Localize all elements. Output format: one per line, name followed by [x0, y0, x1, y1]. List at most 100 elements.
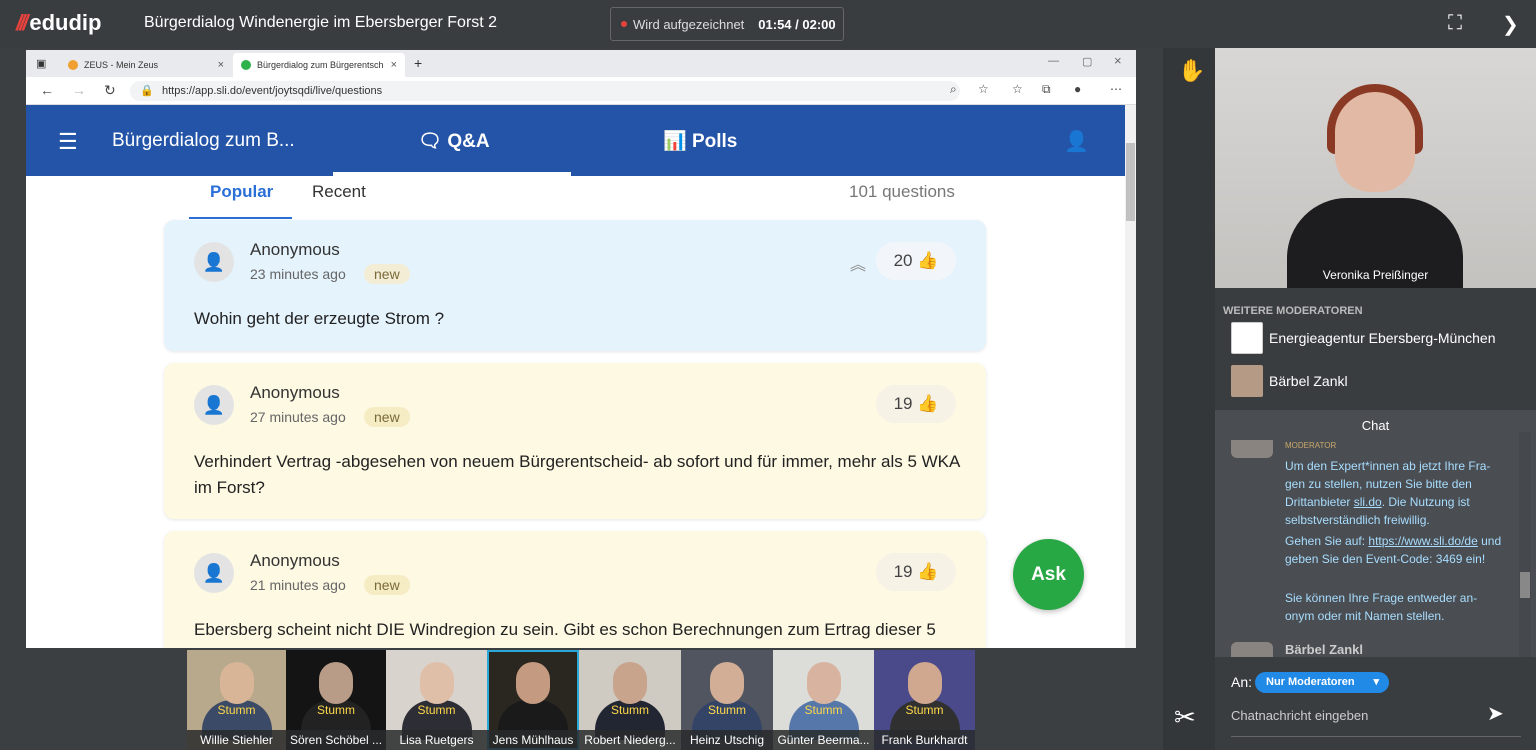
browser-tab-strip: ▣ ZEUS - Mein Zeus × Bürgerdialog zum Bü…: [26, 50, 1136, 77]
recording-label: Wird aufgezeichnet: [633, 16, 745, 32]
participant-name: Jens Mühlhaus: [487, 730, 579, 750]
close-icon[interactable]: ×: [218, 59, 224, 71]
slido-link[interactable]: sli.do: [1354, 495, 1382, 509]
slido-header: ☰ Bürgerdialog zum B... 🗨 Q&A 📊 Polls 👤: [26, 105, 1125, 176]
forward-arrow-icon[interactable]: →: [72, 82, 86, 98]
browser-tab-zeus[interactable]: ZEUS - Mein Zeus ×: [60, 53, 232, 77]
close-icon[interactable]: ×: [391, 59, 397, 71]
maximize-icon[interactable]: ▢: [1082, 55, 1092, 68]
reload-icon[interactable]: ↻: [104, 82, 116, 99]
anonymous-avatar-icon: 👤: [194, 242, 234, 282]
thumbs-up-icon: 👍: [917, 394, 939, 413]
participant-tile[interactable]: Stumm Günter Beerma...: [773, 650, 874, 750]
tools-icon[interactable]: ✂: [1174, 702, 1196, 733]
address-bar-row: ← → ↻ 🔒 https://app.sli.do/event/joytsqd…: [26, 77, 1136, 105]
zoom-icon[interactable]: ⌕: [950, 82, 957, 97]
like-button[interactable]: 19 👍: [876, 385, 956, 423]
participant-tile[interactable]: Stumm Heinz Utschig: [681, 650, 773, 750]
event-title: Bürgerdialog Windenergie im Ebersberger …: [144, 14, 498, 31]
participant-name: Günter Beerma...: [773, 730, 874, 750]
collections-icon[interactable]: ⧉: [1042, 82, 1051, 97]
vote-count: 19: [893, 394, 913, 413]
question-text: Verhindert Vertrag -abgesehen von neuem …: [194, 452, 960, 497]
chevron-right-icon[interactable]: ❯: [1502, 12, 1519, 37]
send-icon[interactable]: ➤: [1487, 701, 1504, 726]
logo-mark: ///: [16, 10, 28, 35]
back-arrow-icon[interactable]: ←: [40, 82, 54, 98]
like-button[interactable]: 19 👍: [876, 553, 956, 591]
question-count: 101 questions: [849, 182, 955, 201]
sort-tabs: Popular Recent 101 questions: [26, 176, 1125, 220]
lock-icon: 🔒: [140, 85, 154, 97]
participant-head: [710, 662, 744, 704]
popular-underline: [189, 217, 292, 219]
scrollbar-thumb[interactable]: [1520, 572, 1530, 598]
muted-label: Stumm: [905, 703, 944, 717]
ask-button[interactable]: Ask: [1013, 539, 1084, 610]
recording-time: 01:54 / 02:00: [758, 16, 836, 32]
participant-tile[interactable]: Stumm Willie Stiehler: [187, 650, 286, 750]
muted-label: Stumm: [316, 703, 355, 717]
chat-message-paragraph: Sie können Ihre Frage entweder an-onym o…: [1285, 591, 1478, 623]
page-scrollbar[interactable]: [1125, 105, 1136, 648]
participant-name: Frank Burkhardt: [874, 730, 975, 750]
avatar: [1231, 440, 1273, 458]
chat-bubble-icon: 🗨: [418, 131, 443, 152]
participant-head: [219, 662, 254, 704]
moderator-item[interactable]: Energieagentur Ebersberg-München: [1231, 322, 1531, 354]
new-tab-button[interactable]: +: [414, 55, 422, 71]
tab-actions-icon[interactable]: ▣: [36, 57, 46, 70]
participant-name: Heinz Utschig: [681, 730, 773, 750]
question-card: 👤 Anonymous 27 minutes ago new 19 👍 Verh…: [164, 363, 986, 519]
scrollbar-thumb[interactable]: [1126, 143, 1135, 221]
chat-scrollbar[interactable]: [1519, 432, 1531, 657]
recipient-select[interactable]: Nur Moderatoren ▾: [1255, 672, 1389, 693]
question-text: Wohin geht der erzeugte Strom ?: [194, 309, 445, 328]
tab-polls[interactable]: 📊 Polls: [663, 129, 737, 153]
favorites-icon[interactable]: ☆: [1012, 82, 1023, 96]
url-field[interactable]: 🔒 https://app.sli.do/event/joytsqdi/live…: [130, 81, 960, 101]
raise-hand-icon[interactable]: ✋: [1178, 58, 1205, 84]
moderators-heading: WEITERE MODERATOREN: [1223, 305, 1363, 317]
chat-message-input[interactable]: [1231, 706, 1481, 724]
slido-favicon-icon: [241, 60, 251, 70]
recipient-value: Nur Moderatoren: [1266, 676, 1355, 688]
more-icon[interactable]: ⋯: [1110, 82, 1122, 96]
thumbs-up-icon: 👍: [917, 562, 939, 581]
sort-popular[interactable]: Popular: [210, 182, 273, 202]
participant-tile[interactable]: Stumm Robert Niederg...: [579, 650, 681, 750]
moderator-name: Energieagentur Ebersberg-München: [1269, 330, 1496, 346]
profile-avatar-icon[interactable]: ●: [1074, 82, 1081, 96]
muted-label: Stumm: [610, 703, 649, 717]
message-role: MODERATOR: [1285, 441, 1337, 450]
moderator-item[interactable]: Bärbel Zankl: [1231, 365, 1531, 397]
tab-polls-label: Polls: [691, 131, 738, 152]
chat-compose: An: Nur Moderatoren ▾ ➤: [1215, 657, 1536, 750]
participant-tile[interactable]: Stumm Lisa Ruetgers: [386, 650, 487, 750]
question-author: Anonymous: [250, 240, 340, 259]
window-close-icon[interactable]: ×: [1114, 53, 1122, 68]
slido-event-name: Bürgerdialog zum B...: [112, 130, 295, 151]
browser-tab-slido[interactable]: Bürgerdialog zum Bürgerentsche ×: [233, 53, 405, 77]
participant-tile[interactable]: Jens Mühlhaus: [487, 650, 579, 750]
sort-recent[interactable]: Recent: [312, 182, 366, 202]
anonymous-avatar-icon: 👤: [194, 553, 234, 593]
chat-message-paragraph: Um den Expert*innen ab jetzt Ihre Fra-ge…: [1285, 457, 1503, 529]
thumbs-up-icon: 👍: [917, 251, 939, 270]
expand-icon[interactable]: ⛶: [1448, 12, 1462, 35]
presenter-face: [1335, 92, 1415, 192]
slido-url-link[interactable]: https://www.sli.do/de: [1368, 534, 1477, 548]
participant-tile[interactable]: Stumm Sören Schöbel ...: [286, 650, 386, 750]
user-icon[interactable]: 👤: [1064, 129, 1089, 154]
tab-label: Bürgerdialog zum Bürgerentsche: [257, 60, 383, 70]
participant-name: Willie Stiehler: [187, 730, 286, 750]
bar-chart-icon: 📊: [663, 131, 687, 152]
tab-qa[interactable]: 🗨 Q&A: [418, 129, 490, 153]
minimize-icon[interactable]: —: [1048, 55, 1059, 67]
like-button[interactable]: 20 👍: [876, 242, 956, 280]
participant-tile[interactable]: Stumm Frank Burkhardt: [874, 650, 975, 750]
hamburger-menu-icon[interactable]: ☰: [58, 129, 78, 155]
question-author: Anonymous: [250, 551, 340, 570]
favorite-add-icon[interactable]: ☆: [978, 82, 989, 96]
participant-head: [907, 662, 942, 704]
